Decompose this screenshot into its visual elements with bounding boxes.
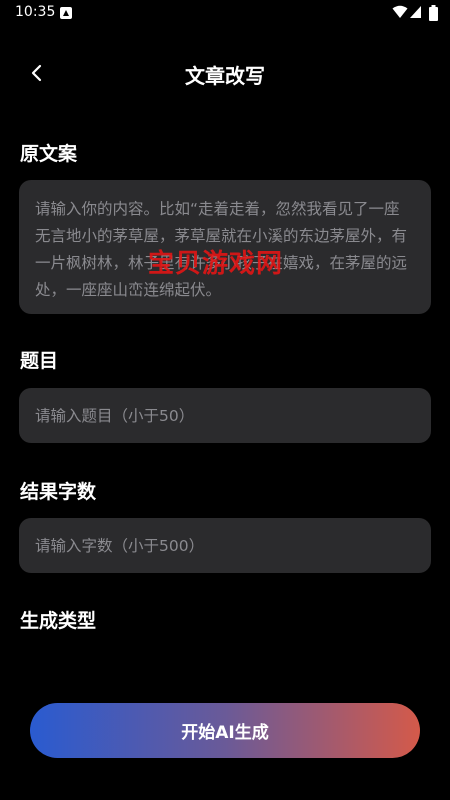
app-bar: 文章改写 bbox=[0, 48, 450, 98]
status-bar: 10:35 bbox=[0, 0, 450, 28]
battery-icon bbox=[429, 5, 438, 21]
word-count-field-container bbox=[19, 518, 431, 573]
generate-button[interactable]: 开始AI生成 bbox=[30, 703, 420, 758]
notification-app-icon bbox=[60, 7, 72, 19]
original-text-field-container bbox=[19, 180, 431, 314]
title-field-container bbox=[19, 388, 431, 443]
word-count-label: 结果字数 bbox=[20, 481, 97, 503]
original-text-input[interactable] bbox=[19, 180, 431, 314]
original-text-label: 原文案 bbox=[20, 143, 78, 165]
title-label: 题目 bbox=[20, 350, 59, 372]
title-input[interactable] bbox=[19, 388, 431, 443]
wifi-icon bbox=[392, 5, 408, 18]
page-title: 文章改写 bbox=[185, 64, 265, 88]
generate-type-label: 生成类型 bbox=[20, 610, 97, 632]
signal-icon bbox=[410, 6, 421, 18]
word-count-input[interactable] bbox=[19, 518, 431, 573]
status-time: 10:35 bbox=[15, 4, 56, 20]
